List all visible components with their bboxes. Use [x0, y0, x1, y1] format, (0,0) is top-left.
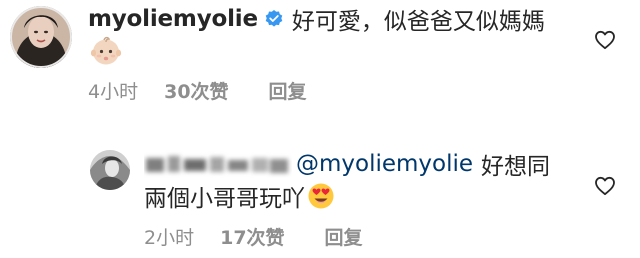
reply-body: @myoliemyolie 好想同: [296, 148, 550, 180]
comment-username[interactable]: myoliemyolie: [88, 6, 258, 32]
reply-avatar[interactable]: [90, 150, 130, 190]
baby-emoji: [90, 36, 122, 66]
comment-text: 好可愛，似爸爸又似媽媽: [291, 9, 545, 35]
reply-body-continued: 兩個小哥哥玩吖: [144, 180, 335, 212]
comment-body: myoliemyolie 好可愛，似爸爸又似媽媽: [88, 2, 545, 36]
reply-button[interactable]: 回复: [269, 77, 307, 104]
reply-reply-button[interactable]: 回复: [325, 223, 363, 250]
comment-like-count[interactable]: 30次赞: [164, 77, 228, 104]
reply-time[interactable]: 2小时: [144, 223, 194, 250]
heart-outline-icon[interactable]: [594, 30, 616, 50]
reply-text-line2: 兩個小哥哥玩吖: [144, 186, 305, 212]
heart-outline-icon[interactable]: [594, 176, 616, 196]
avatar-photo: [10, 6, 72, 68]
reply-meta: 2小时 17次赞 回复: [144, 223, 363, 250]
reply-like-count[interactable]: 17次赞: [220, 223, 284, 250]
verified-badge-icon: [264, 9, 284, 29]
heart-eyes-emoji: [307, 182, 335, 210]
mention-link[interactable]: @myoliemyolie: [296, 151, 473, 177]
reply-text-line1: 好想同: [481, 154, 551, 180]
reply-username-obscured: [144, 150, 292, 178]
reply-avatar-photo: [90, 150, 130, 190]
comment-time[interactable]: 4小时: [88, 77, 138, 104]
comment-meta: 4小时 30次赞 回复: [88, 77, 307, 104]
avatar[interactable]: [10, 6, 72, 68]
